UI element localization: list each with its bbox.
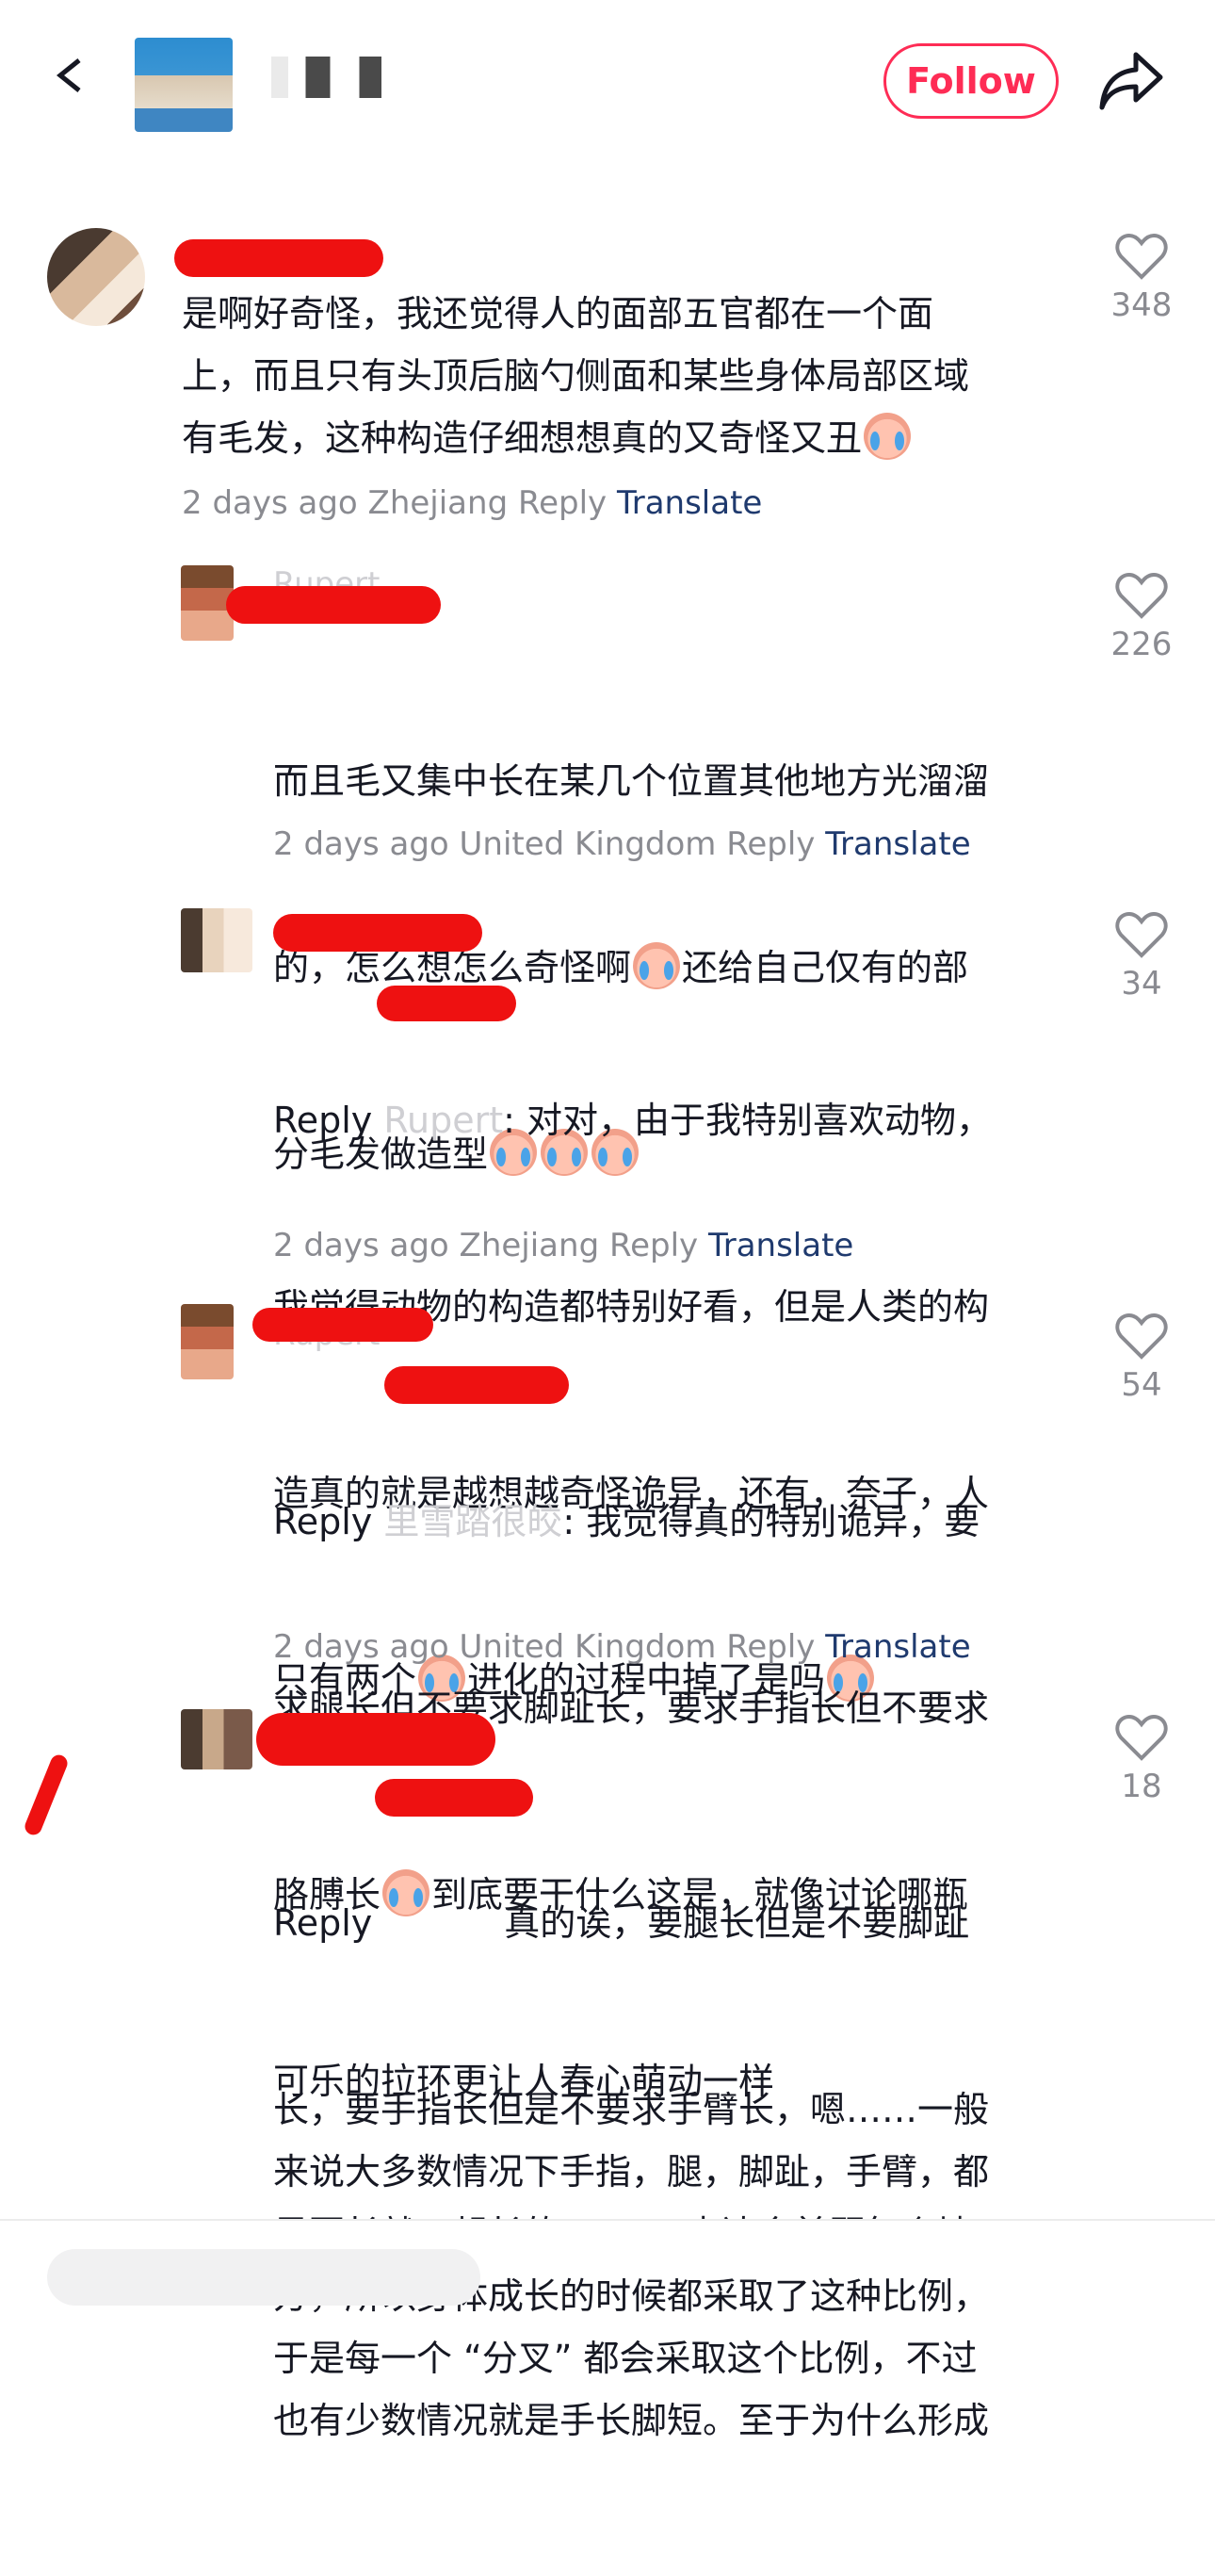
comment-text-fragment: : 我觉得真的特别诡异，要 <box>562 1501 980 1542</box>
commenter-name-redacted[interactable] <box>256 1713 495 1766</box>
comment-text-line: 而且毛又集中长在某几个位置其他地方光溜溜 <box>273 760 990 802</box>
reply-button[interactable]: Reply <box>726 825 815 863</box>
comment-input[interactable] <box>47 2249 480 2306</box>
reply-prefix: Reply <box>273 1100 373 1141</box>
like-button[interactable]: 34 <box>1094 910 1189 1003</box>
comment-text: Reply 真的诶，要腿长但是不要脚趾 长，要手指长但是不要求手臂长，嗯……一般 … <box>273 1768 1074 2576</box>
commenter-avatar[interactable] <box>181 908 252 972</box>
like-count: 34 <box>1121 965 1162 1003</box>
commenter-avatar[interactable] <box>47 228 145 326</box>
comment-location: United Kingdom <box>459 1628 717 1666</box>
like-button[interactable]: 54 <box>1094 1312 1189 1404</box>
comment-meta: 2 days ago United Kingdom Reply Translat… <box>273 825 971 863</box>
translate-button[interactable]: Translate <box>617 484 762 522</box>
commenter-avatar[interactable] <box>181 1304 234 1379</box>
comment-text-body: 是啊好奇怪，我还觉得人的面部五官都在一个面 上，而且只有头顶后脑勺侧面和某些身体… <box>182 293 970 459</box>
comment-text-line: Reply 真的诶，要腿长但是不要脚趾 <box>273 1892 1074 1954</box>
translate-button[interactable]: Translate <box>825 825 970 863</box>
reply-prefix: Reply <box>273 1902 373 1944</box>
comment-location: Zhejiang <box>367 484 509 522</box>
replied-user-redacted[interactable] <box>377 986 516 1021</box>
commenter-name-redacted[interactable] <box>174 239 383 277</box>
comment-text-line: Reply Rupert: 对对，由于我特别喜欢动物， <box>273 1089 1074 1151</box>
bottom-bar <box>0 2219 1215 2306</box>
like-count: 348 <box>1110 286 1173 324</box>
replied-user-redacted[interactable] <box>375 1779 533 1817</box>
comment-time: 2 days ago <box>273 825 449 863</box>
reply-button[interactable]: Reply <box>518 484 607 522</box>
replied-user-name[interactable]: Rupert <box>383 1100 503 1141</box>
heart-icon[interactable] <box>1115 1312 1168 1361</box>
comment-location: United Kingdom <box>459 825 717 863</box>
comment-time: 2 days ago <box>273 1227 449 1264</box>
comment-time: 2 days ago <box>273 1628 449 1666</box>
like-count: 226 <box>1110 626 1173 663</box>
commenter-name-redacted[interactable] <box>273 914 482 952</box>
profile-avatar[interactable] <box>135 38 233 132</box>
commenter-avatar[interactable] <box>181 1709 252 1769</box>
annotation-mark <box>22 1752 71 1838</box>
heart-icon[interactable] <box>1115 910 1168 959</box>
back-icon[interactable] <box>53 57 90 94</box>
translate-button[interactable]: Translate <box>708 1227 853 1264</box>
profile-name-obscured[interactable] <box>271 57 394 98</box>
commenter-name-redacted[interactable] <box>252 1308 433 1342</box>
comment-text-fragment: : 对对，由于我特别喜欢动物， <box>503 1100 993 1141</box>
like-button[interactable]: 18 <box>1094 1713 1189 1805</box>
comment-text-line: Reply 里雪踏很皎: 我觉得真的特别诡异，要 <box>273 1491 1074 1553</box>
comment-meta: 2 days ago Zhejiang Reply Translate <box>182 484 762 522</box>
reply-prefix: Reply <box>273 1501 373 1542</box>
translate-button[interactable]: Translate <box>825 1628 970 1666</box>
replied-user-redacted[interactable] <box>384 1366 569 1404</box>
like-button[interactable]: 348 <box>1094 232 1189 324</box>
commenter-name-redacted[interactable] <box>226 586 441 624</box>
like-button[interactable]: 226 <box>1094 571 1189 663</box>
comment-meta: 2 days ago Zhejiang Reply Translate <box>273 1227 853 1264</box>
replied-user-name[interactable]: 里雪踏很皎 <box>383 1501 562 1542</box>
reply-button[interactable]: Reply <box>609 1227 698 1264</box>
comment-text-fragment: 真的诶，要腿长但是不要脚趾 <box>504 1902 970 1944</box>
share-icon[interactable] <box>1098 49 1164 111</box>
comment-meta: 2 days ago United Kingdom Reply Translat… <box>273 1628 971 1666</box>
top-bar: Follow <box>0 0 1215 165</box>
like-count: 54 <box>1121 1366 1162 1404</box>
heart-icon[interactable] <box>1115 571 1168 620</box>
heart-icon[interactable] <box>1115 1713 1168 1762</box>
reply-button[interactable]: Reply <box>726 1628 815 1666</box>
crying-emoji-icon <box>864 413 912 460</box>
heart-icon[interactable] <box>1115 232 1168 281</box>
comment-location: Zhejiang <box>459 1227 600 1264</box>
follow-button[interactable]: Follow <box>883 43 1059 119</box>
like-count: 18 <box>1121 1768 1162 1805</box>
comment-time: 2 days ago <box>182 484 358 522</box>
comment-text: 是啊好奇怪，我还觉得人的面部五官都在一个面 上，而且只有头顶后脑勺侧面和某些身体… <box>182 283 1067 469</box>
